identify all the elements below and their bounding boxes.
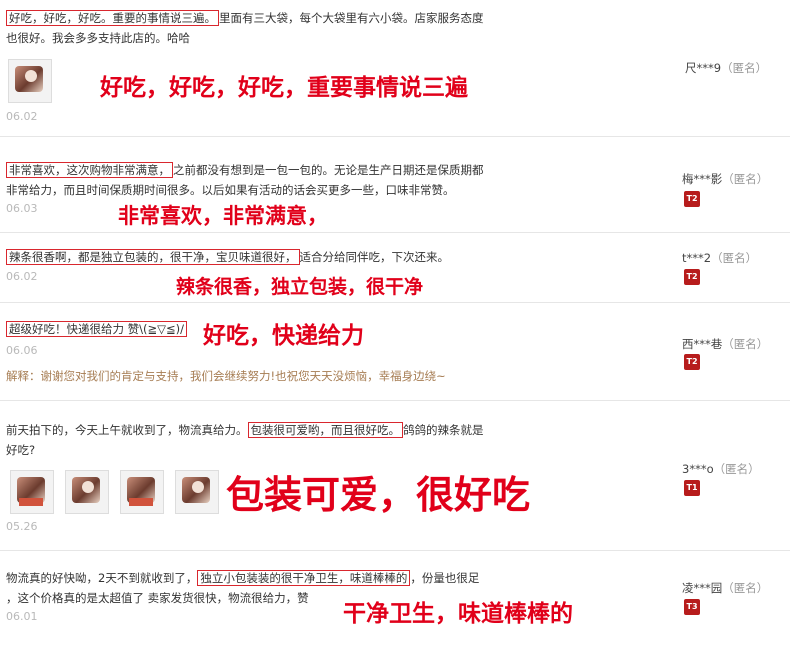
red-annotation: 干净卫生，味道棒棒的 [343, 600, 573, 627]
review-text: 辣条很香啊，都是独立包装的，很干净，宝贝味道很好， 适合分给同伴吃，下次还来。 [6, 247, 449, 267]
review-photo-thumbnail[interactable] [175, 470, 219, 514]
review-text: 非常喜欢，这次购物非常满意， 之前都没有想到是一包一包的。无论是生产日期还是保质期… [6, 160, 484, 180]
highlight-box: 非常喜欢，这次购物非常满意， [6, 162, 173, 178]
review-item: 非常喜欢，这次购物非常满意， 之前都没有想到是一包一包的。无论是生产日期还是保质期… [0, 136, 790, 233]
red-annotation: 非常喜欢，非常满意， [118, 203, 328, 228]
red-annotation: 好吃，好吃，好吃，重要事情说三遍 [100, 74, 468, 101]
member-level-badge: T1 [684, 480, 700, 496]
review-text-line2: 也很好。我会多多支持此店的。哈哈 [6, 31, 190, 45]
review-date: 06.06 [6, 344, 38, 357]
member-level-badge: T2 [684, 354, 700, 370]
review-item: 辣条很香啊，都是独立包装的，很干净，宝贝味道很好， 适合分给同伴吃，下次还来。 0… [0, 232, 790, 303]
reviewer-name: 梅***影（匿名） [682, 172, 769, 186]
highlight-box: 好吃，好吃，好吃。重要的事情说三遍。 [6, 10, 219, 26]
review-photo-thumbnail[interactable] [65, 470, 109, 514]
review-text: 超级好吃！快递很给力 赞\(≧▽≦)/ [6, 319, 187, 339]
review-text: 物流真的好快呦，2天不到就收到了， 独立小包装装的很干净卫生，味道棒棒的 ，份量也很… [6, 570, 480, 586]
review-text-line2: 好吃? [6, 443, 36, 457]
member-level-badge: T2 [684, 191, 700, 207]
highlight-box: 超级好吃！快递很给力 赞\(≧▽≦)/ [6, 321, 187, 337]
review-date: 06.01 [6, 610, 38, 623]
reviewer-name: 尺***9（匿名） [685, 61, 768, 75]
review-photo-thumbnail[interactable] [10, 470, 54, 514]
reviewer-name: 凌***园（匿名） [682, 581, 769, 595]
reviewer-name: t***2（匿名） [682, 251, 758, 265]
review-item: 超级好吃！快递很给力 赞\(≧▽≦)/ 06.06 好吃，快递给力 解释：谢谢您… [0, 302, 790, 401]
reviewer-name: 西***巷（匿名） [682, 337, 769, 351]
review-text-line2: ，这个价格真的是太超值了 卖家发货很快，物流很给力，赞 [6, 591, 309, 605]
red-annotation: 好吃，快递给力 [203, 322, 364, 349]
review-date: 06.03 [6, 202, 38, 215]
red-annotation: 包装可爱，很好吃 [226, 472, 531, 517]
review-date: 06.02 [6, 110, 38, 123]
highlight-box: 包装很可爱哟，而且很好吃。 [247, 422, 403, 438]
review-text-line2: 非常给力，而且时间保质期时间很多。以后如果有活动的话会买更多一些，口味非常赞。 [6, 183, 455, 197]
review-text: 前天拍下的，今天上午就收到了，物流真给力。 包装很可爱哟，而且很好吃。 鸽鸽的辣条就… [6, 422, 484, 438]
review-photo-thumbnail[interactable] [8, 59, 52, 103]
review-item: 前天拍下的，今天上午就收到了，物流真给力。 包装很可爱哟，而且很好吃。 鸽鸽的辣条就… [0, 400, 790, 551]
red-annotation: 辣条很香，独立包装，很干净 [176, 276, 424, 298]
review-text: 好吃，好吃，好吃。重要的事情说三遍。 里面有三大袋，每个大袋里有六小袋。店家服务态… [6, 8, 484, 28]
highlight-box: 辣条很香啊，都是独立包装的，很干净，宝贝味道很好， [6, 249, 300, 265]
review-photo-thumbnail[interactable] [120, 470, 164, 514]
highlight-box: 独立小包装装的很干净卫生，味道棒棒的 [197, 570, 411, 586]
seller-reply: 解释：谢谢您对我们的肯定与支持，我们会继续努力!也祝您天天没烦恼，幸福身边绕~ [6, 369, 446, 383]
member-level-badge: T3 [684, 599, 700, 615]
review-date: 06.02 [6, 270, 38, 283]
review-date: 05.26 [6, 520, 38, 533]
review-item: 物流真的好快呦，2天不到就收到了， 独立小包装装的很干净卫生，味道棒棒的 ，份量也很… [0, 550, 790, 645]
review-item: 好吃，好吃，好吃。重要的事情说三遍。 里面有三大袋，每个大袋里有六小袋。店家服务态… [0, 0, 790, 137]
reviewer-name: 3***o（匿名） [682, 462, 760, 476]
member-level-badge: T2 [684, 269, 700, 285]
